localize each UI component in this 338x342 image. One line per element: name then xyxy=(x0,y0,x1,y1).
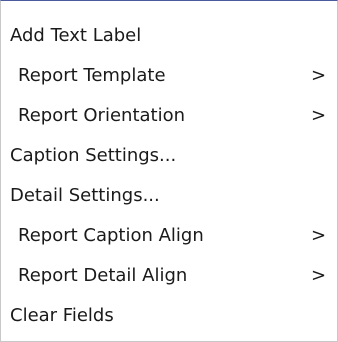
submenu-arrow-icon: > xyxy=(311,65,327,86)
menu-item-label: Report Caption Align xyxy=(18,225,204,246)
menu-item-clear-fields[interactable]: Clear Fields xyxy=(1,299,337,333)
context-menu: Add Text Label Report Template > Report … xyxy=(0,0,338,342)
menu-item-label: Clear Fields xyxy=(10,305,114,326)
menu-item-caption-settings[interactable]: Caption Settings... xyxy=(1,139,337,173)
menu-item-report-orientation[interactable]: Report Orientation > xyxy=(1,99,337,133)
menu-item-label: Detail Settings... xyxy=(10,185,160,206)
menu-item-report-template[interactable]: Report Template > xyxy=(1,59,337,93)
submenu-arrow-icon: > xyxy=(311,105,327,126)
menu-item-label: Report Template xyxy=(18,65,166,86)
menu-item-detail-settings[interactable]: Detail Settings... xyxy=(1,179,337,213)
menu-item-report-detail-align[interactable]: Report Detail Align > xyxy=(1,259,337,293)
submenu-arrow-icon: > xyxy=(311,265,327,286)
menu-item-label: Report Detail Align xyxy=(18,265,188,286)
menu-item-label: Caption Settings... xyxy=(10,145,177,166)
submenu-arrow-icon: > xyxy=(311,225,327,246)
menu-item-add-text-label[interactable]: Add Text Label xyxy=(1,19,337,53)
menu-item-report-caption-align[interactable]: Report Caption Align > xyxy=(1,219,337,253)
menu-item-label: Report Orientation xyxy=(18,105,186,126)
menu-item-label: Add Text Label xyxy=(10,25,142,46)
